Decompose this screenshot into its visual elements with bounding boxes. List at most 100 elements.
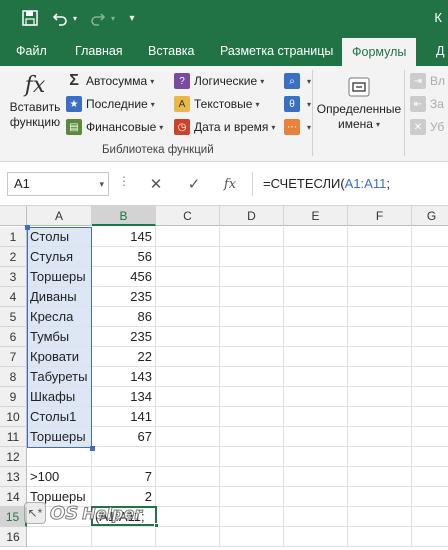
cell-empty[interactable] [284,287,348,307]
cell-empty[interactable] [156,407,220,427]
cell-a[interactable]: Кровати [27,347,92,367]
trace-dependents-button[interactable]: ⇤ За [410,93,444,115]
cell-empty[interactable] [220,227,284,247]
cell-empty[interactable] [412,347,448,367]
row-header[interactable]: 16 [0,527,27,547]
cell-a[interactable]: Тумбы [27,327,92,347]
insert-function-button[interactable]: fx Вставить функцию [6,72,64,130]
cell-empty[interactable] [284,327,348,347]
range-handle[interactable] [25,225,30,230]
cell-a[interactable] [27,447,92,467]
formula-input[interactable]: =СЧЕТЕСЛИ(A1:A11; [252,172,448,196]
chevron-down-icon[interactable]: ▾ [99,173,104,195]
cell-b[interactable]: 235 [92,287,156,307]
financial-button[interactable]: ▤ Финансовые ▾ [66,116,163,138]
cell-empty[interactable] [348,447,412,467]
tab-page-layout[interactable]: Разметка страницы [220,36,333,66]
cell-empty[interactable] [156,227,220,247]
row-header[interactable]: 14 [0,487,27,507]
cell-b[interactable]: 141 [92,407,156,427]
select-all-corner[interactable] [0,206,27,226]
tab-data[interactable]: Д [436,36,444,66]
column-header-b[interactable]: B [92,206,156,226]
cell-a[interactable]: Столы [27,227,92,247]
cell-b[interactable]: 235 [92,327,156,347]
cell-empty[interactable] [220,467,284,487]
cell-empty[interactable] [412,387,448,407]
datetime-button[interactable]: ◷ Дата и время ▾ [174,116,275,138]
cell-b[interactable]: 56 [92,247,156,267]
cell-empty[interactable] [220,407,284,427]
cell-empty[interactable] [156,347,220,367]
tab-formulas[interactable]: Формулы [342,38,417,66]
cell-empty[interactable] [348,427,412,447]
column-header-c[interactable]: C [156,206,220,226]
name-box[interactable]: A1 ▾ [7,172,109,196]
cell-empty[interactable] [220,447,284,467]
defined-names-button[interactable]: Определенные имена ▾ [316,72,402,132]
cell-b[interactable]: 145 [92,227,156,247]
cell-empty[interactable] [348,247,412,267]
cell-empty[interactable] [156,367,220,387]
cell-empty[interactable] [412,367,448,387]
cell-empty[interactable] [220,307,284,327]
cell-empty[interactable] [156,287,220,307]
row-header[interactable]: 8 [0,367,27,387]
undo-icon[interactable] [50,8,70,28]
more-functions-button[interactable]: ⋯ ▾ [284,116,311,138]
cell-a[interactable]: Столы1 [27,407,92,427]
cell-empty[interactable] [220,527,284,547]
column-header-d[interactable]: D [220,206,284,226]
cancel-icon[interactable]: ✕ [144,172,168,196]
cell-empty[interactable] [156,327,220,347]
cell-empty[interactable] [284,367,348,387]
insert-function-icon[interactable]: fx [218,172,242,196]
range-handle[interactable] [90,446,95,451]
tab-file[interactable]: Файл [16,36,47,66]
cell-empty[interactable] [156,247,220,267]
cell-empty[interactable] [348,347,412,367]
cell-a[interactable]: Диваны [27,287,92,307]
resize-dots-icon[interactable]: ⋮ [118,174,130,188]
cell-b[interactable]: 22 [92,347,156,367]
cell-b[interactable]: 86 [92,307,156,327]
cell-empty[interactable] [412,327,448,347]
cell-empty[interactable] [156,487,220,507]
cell-empty[interactable] [412,507,448,527]
column-header-g[interactable]: G [412,206,448,226]
row-header[interactable]: 7 [0,347,27,367]
row-header[interactable]: 3 [0,267,27,287]
tab-home[interactable]: Главная [75,36,123,66]
cell-a[interactable]: >100 [27,467,92,487]
logical-button[interactable]: ? Логические ▾ [174,70,264,92]
cell-b[interactable] [92,447,156,467]
cell-empty[interactable] [348,307,412,327]
math-button[interactable]: θ ▾ [284,93,311,115]
cell-empty[interactable] [348,487,412,507]
cell-a[interactable]: Стулья [27,247,92,267]
cell-empty[interactable] [156,507,220,527]
cell-empty[interactable] [348,387,412,407]
cell-empty[interactable] [220,427,284,447]
column-header-f[interactable]: F [348,206,412,226]
cell-a[interactable]: Кресла [27,307,92,327]
cell-empty[interactable] [412,247,448,267]
row-header[interactable]: 6 [0,327,27,347]
undo-dropdown-icon[interactable]: ▾ [70,8,80,28]
cell-empty[interactable] [348,507,412,527]
remove-arrows-button[interactable]: ✕ Уб [410,116,444,138]
cell-empty[interactable] [348,467,412,487]
cell-b[interactable]: 67 [92,427,156,447]
cell-empty[interactable] [284,267,348,287]
row-header[interactable]: 13 [0,467,27,487]
redo-icon[interactable] [88,8,108,28]
cell-empty[interactable] [220,247,284,267]
cell-empty[interactable] [284,407,348,427]
cell-empty[interactable] [412,267,448,287]
row-header[interactable]: 9 [0,387,27,407]
cell-empty[interactable] [220,267,284,287]
cell-empty[interactable] [156,427,220,447]
cell-b[interactable]: 134 [92,387,156,407]
row-header[interactable]: 4 [0,287,27,307]
cell-b[interactable] [92,527,156,547]
